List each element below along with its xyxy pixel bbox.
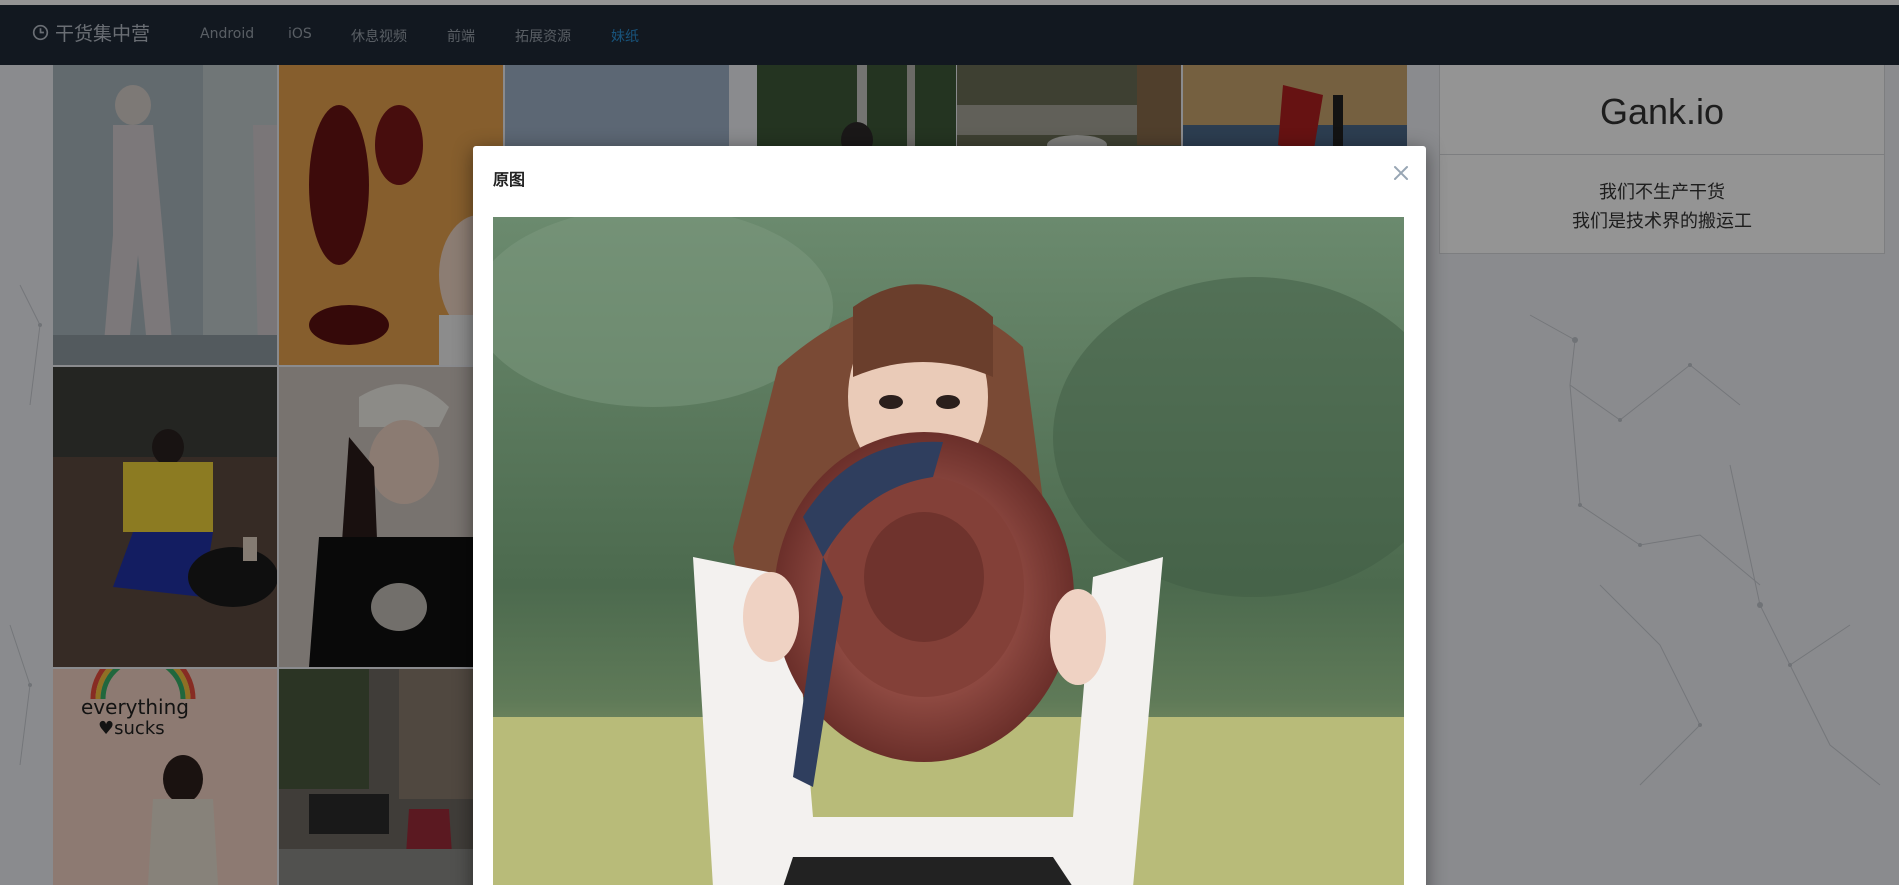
modal-photo bbox=[493, 217, 1404, 885]
modal-title: 原图 bbox=[493, 170, 526, 189]
modal-header: 原图 bbox=[473, 146, 1426, 200]
image-modal: 原图 bbox=[473, 146, 1426, 885]
close-icon[interactable] bbox=[1390, 162, 1412, 184]
photo-image bbox=[493, 217, 1404, 885]
